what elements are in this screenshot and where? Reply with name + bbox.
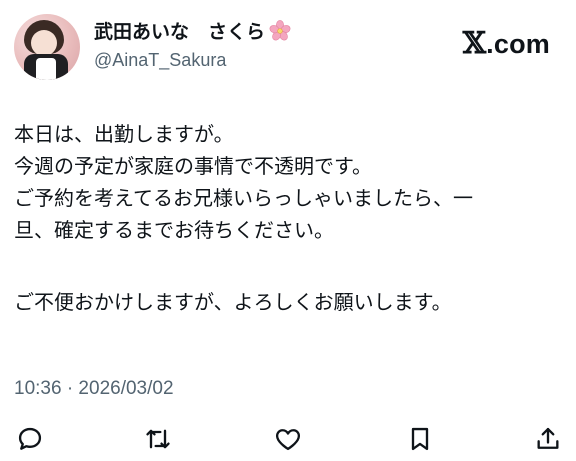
avatar[interactable] bbox=[14, 14, 80, 80]
cherry-blossom-icon bbox=[269, 20, 291, 42]
action-bar bbox=[14, 425, 566, 457]
post-line: ご不便おかけしますが、よろしくお願いします。 bbox=[14, 290, 452, 314]
like-button[interactable] bbox=[274, 425, 302, 453]
repost-icon bbox=[146, 429, 170, 449]
x-logo-icon: 𝕏 bbox=[462, 26, 487, 61]
display-name-row[interactable]: 武田あいな さくら bbox=[94, 20, 291, 45]
display-name[interactable]: 武田あいな さくら bbox=[94, 22, 265, 43]
post-line: 今週の予定が家庭の事情で不透明です。 bbox=[14, 154, 372, 178]
like-icon bbox=[276, 429, 300, 451]
repost-button[interactable] bbox=[144, 425, 172, 453]
bookmark-icon bbox=[411, 427, 429, 451]
avatar-apron bbox=[36, 58, 56, 80]
handle[interactable]: @AinaT_Sakura bbox=[94, 49, 291, 71]
post-header: 武田あいな さくら @AinaT_Sakura 𝕏.com bbox=[14, 14, 562, 84]
share-icon bbox=[537, 427, 559, 449]
post-text: 本日は、出勤しますが。 今週の予定が家庭の事情で不透明です。 ご予約を考えてるお… bbox=[14, 118, 566, 318]
share-button[interactable] bbox=[534, 425, 562, 453]
post-line: 旦、確定するまでお待ちください。 bbox=[14, 218, 334, 242]
post-line-blank bbox=[14, 246, 566, 286]
avatar-face bbox=[31, 30, 57, 56]
x-com-logo: 𝕏.com bbox=[463, 26, 550, 61]
post-line: ご予約を考えてるお兄様いらっしゃいましたら、一 bbox=[14, 186, 473, 210]
author-info: 武田あいな さくら @AinaT_Sakura bbox=[94, 20, 291, 71]
bookmark-button[interactable] bbox=[406, 425, 434, 453]
post-line: 本日は、出勤しますが。 bbox=[14, 122, 234, 146]
brand-suffix: .com bbox=[486, 29, 550, 59]
reply-icon bbox=[18, 427, 42, 450]
reply-button[interactable] bbox=[16, 425, 44, 453]
timestamp[interactable]: 10:36 · 2026/03/02 bbox=[14, 378, 174, 400]
